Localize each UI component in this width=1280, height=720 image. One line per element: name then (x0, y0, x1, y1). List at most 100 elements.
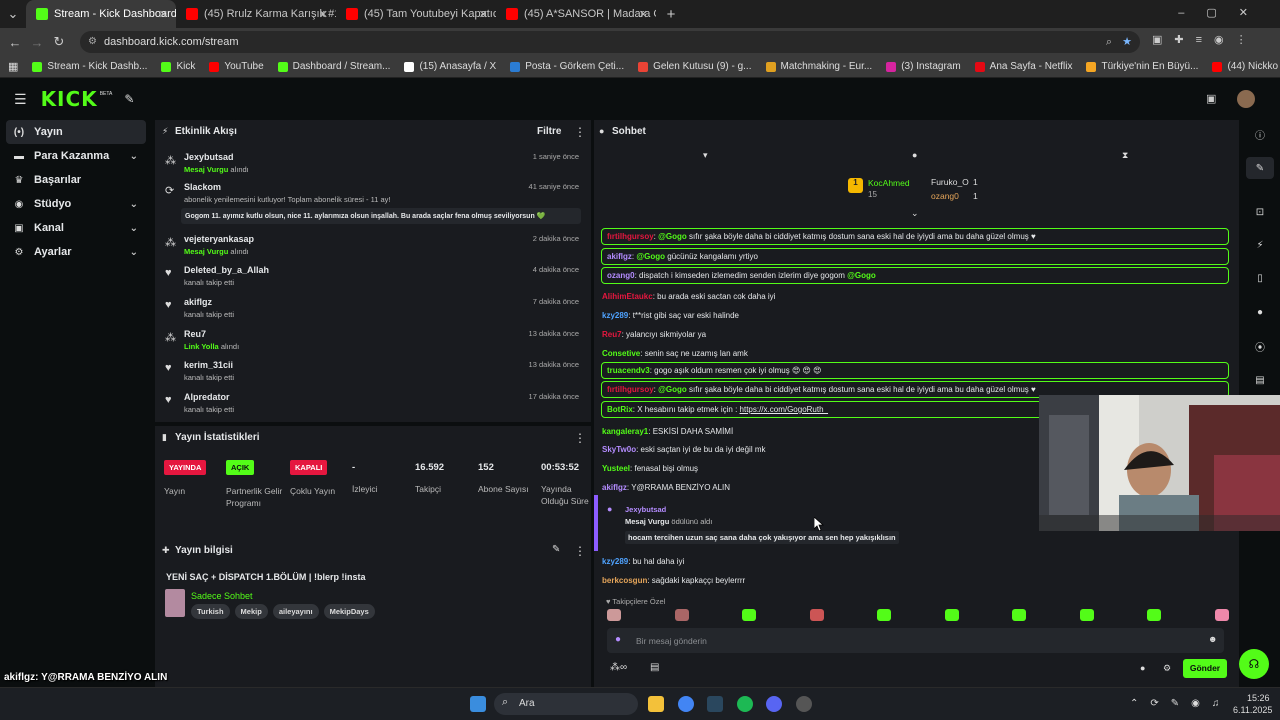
category-link[interactable]: Sadece Sohbet (191, 591, 253, 601)
activity-item[interactable]: ⁂ Jexybutsad Mesaj Vurgu alındı 1 saniye ön… (155, 148, 589, 180)
chat-username[interactable]: SkyTw0o (602, 445, 636, 454)
back-icon[interactable]: ← (4, 35, 26, 50)
chat-mention[interactable]: @Gogo (658, 232, 687, 241)
bookmark-star-icon[interactable]: ★ (1122, 31, 1132, 53)
chat-username[interactable]: Reu7 (602, 330, 622, 339)
chat-mention[interactable]: @Gogo (847, 271, 876, 280)
chat-rail-icon[interactable]: ● (1246, 301, 1274, 323)
tab-youtube-2[interactable]: (45) Tam Youtubeyi Kapatıcakk ✕ (336, 0, 496, 28)
chat-message[interactable]: akiflgz: @Gogo gücünüz kangalamı yrtiyo (601, 248, 1229, 265)
chat-message[interactable]: fırtilhgursoy: @Gogo sıfır şaka böyle da… (601, 228, 1229, 245)
chat-username[interactable]: Consetive (602, 349, 640, 358)
chevron-down-icon[interactable]: ⌄ (130, 223, 138, 234)
filter-button[interactable]: Filtre (537, 126, 561, 137)
close-tab-icon[interactable]: ✕ (479, 8, 488, 21)
chat-mention[interactable]: @Gogo (658, 385, 687, 394)
chat-username[interactable]: kzy289 (602, 557, 628, 566)
emote-icon[interactable] (1079, 609, 1094, 621)
layout-rail-icon[interactable]: ▤ (1246, 369, 1274, 391)
spotify-icon[interactable] (737, 696, 753, 712)
taskbar-search[interactable]: ⌕ Ara (494, 693, 638, 715)
send-button[interactable]: Gönder (1183, 659, 1227, 678)
more-options-icon[interactable]: ⋮ (574, 544, 586, 558)
chat-username[interactable]: truacendv3 (607, 366, 650, 375)
emote-icon[interactable] (809, 609, 824, 621)
edit-icon[interactable]: ✎ (552, 544, 560, 555)
steam-icon[interactable] (707, 696, 723, 712)
tab-kick-dashboard[interactable]: Stream - Kick Dashboard ✕ (26, 0, 176, 28)
activity-user[interactable]: Slackom (184, 182, 221, 192)
activity-user[interactable]: vejeteryankasap (184, 234, 254, 244)
bookmark-item[interactable]: Türkiye'nin En Büyü... (1086, 61, 1198, 72)
extensions-icons[interactable]: ▣✚≡◉⋮ (1152, 33, 1259, 46)
tab-search-icon[interactable]: ⌄ (0, 6, 26, 22)
system-tray-icons[interactable]: ⌃⟳✎◉♫ (1130, 698, 1231, 709)
activity-user[interactable]: Alpredator (184, 392, 230, 402)
avatar[interactable] (1237, 90, 1255, 108)
window-controls[interactable]: –▢✕ (1178, 6, 1270, 19)
activity-item[interactable]: ⟳ Slackom abonelik yenilemesini kutluyor! … (155, 178, 589, 228)
kick-logo[interactable]: KICK (41, 87, 98, 111)
tab-youtube-1[interactable]: (45) Rrulz Karma Karışık #14 - Y ✕ (176, 0, 336, 28)
emote-icon[interactable] (877, 609, 891, 621)
chat-message[interactable]: kzy289: bu hal daha iyi (602, 557, 684, 566)
emote-icon[interactable] (1214, 609, 1229, 621)
broadcast-rail-icon[interactable]: ⦿ (1246, 335, 1274, 357)
chat-message[interactable]: Yusteel: fenasal bişi olmuş (602, 464, 698, 473)
chat-username[interactable]: fırtilhgursoy (607, 385, 654, 394)
activity-item[interactable]: ⁂ vejeteryankasap Mesaj Vurgu alındı 2 daki… (155, 230, 589, 262)
chat-message[interactable]: Consetive: senin saç ne uzamış lan amk (602, 349, 748, 358)
more-options-icon[interactable]: ⋮ (574, 431, 586, 445)
tag-chip[interactable]: aileyayını (272, 604, 319, 619)
edit-rail-icon[interactable]: ✎ (1246, 157, 1274, 179)
activity-item[interactable]: ♥ Alpredator kanalı takip etti 17 dakika ön… (155, 388, 589, 420)
sidebar-item-3[interactable]: ◉ Stüdyo ⌄ (6, 192, 146, 216)
store-icon[interactable]: ▤ (650, 662, 659, 673)
chat-message[interactable]: akiflgz: Y@RRAMA BENZİYO ALIN (602, 483, 730, 492)
sidebar-item-2[interactable]: ♛ Başarılar (6, 168, 146, 192)
info-rail-icon[interactable]: ⓘ (1246, 123, 1274, 145)
slow-mode-icon[interactable]: ⧗ (1122, 150, 1128, 161)
close-tab-icon[interactable]: ✕ (159, 8, 168, 21)
chat-message[interactable]: SkyTw0o: eski saçtan iyi de bu da iyi de… (602, 445, 766, 454)
bookmark-item[interactable]: (44) Nickko Kimiko... (1212, 61, 1280, 72)
chevron-down-icon[interactable]: ⌄ (130, 247, 138, 258)
bookmark-item[interactable]: Ana Sayfa - Netflix (974, 61, 1072, 72)
chat-username[interactable]: AlihimEtaukc (602, 292, 653, 301)
menu-icon[interactable]: ☰ (14, 91, 27, 108)
gifter-3-name[interactable]: ozang0 (931, 191, 959, 201)
top-gifter-name[interactable]: KocAhmed (868, 178, 910, 188)
pin-icon[interactable]: ✎ (124, 92, 134, 106)
emote-icon[interactable] (607, 609, 621, 621)
app-icon[interactable] (796, 696, 812, 712)
chat-message[interactable]: kangaleray1: ESKİSİ DAHA SAMİMİ (602, 427, 733, 436)
chevron-down-icon[interactable]: ⌄ (130, 151, 138, 162)
bookmark-item[interactable]: Dashboard / Stream... (277, 61, 390, 72)
bookmark-item[interactable]: (15) Anasayfa / X (404, 61, 496, 72)
tab-youtube-3[interactable]: (45) A*SANSOR | Madara Olduk ✕ (496, 0, 656, 28)
sidebar-item-1[interactable]: ▬ Para Kazanma ⌄ (6, 144, 146, 168)
emote-icon[interactable] (742, 609, 756, 621)
bookmark-item[interactable]: Stream - Kick Dashb... (32, 61, 147, 72)
chat-settings-icon[interactable]: ⚙ (1163, 663, 1171, 674)
sidebar-item-4[interactable]: ▣ Kanal ⌄ (6, 216, 146, 240)
chat-bubble-small-icon[interactable]: ● (1140, 663, 1145, 673)
emote-icon[interactable] (674, 609, 689, 621)
activity-item[interactable]: ♥ kerim_31cii kanalı takip etti 13 dakika ö… (155, 356, 589, 388)
gifter-2-name[interactable]: Furuko_O (931, 177, 969, 187)
activity-item[interactable]: ♥ Deleted_by_a_Allah kanalı takip etti 4 da… (155, 261, 589, 293)
focus-rail-icon[interactable]: ⊡ (1246, 201, 1274, 223)
activity-user[interactable]: Deleted_by_a_Allah (184, 265, 269, 275)
redeem-user[interactable]: Jexybutsad (625, 505, 666, 514)
file-explorer-icon[interactable] (648, 696, 664, 712)
trash-icon[interactable]: ▾ (703, 150, 708, 161)
chat-input[interactable]: ● Bir mesaj gönderin ☻ (607, 628, 1224, 653)
activity-item[interactable]: ⁂ Reu7 Link Yolla alındı 13 dakika önce (155, 325, 589, 357)
emote-icon[interactable] (1012, 609, 1026, 621)
chat-mode-icon[interactable]: ● (912, 150, 917, 160)
site-info-icon[interactable]: ⚙ (88, 31, 97, 53)
tag-chip[interactable]: MekipDays (323, 604, 375, 619)
chat-username[interactable]: Yusteel (602, 464, 630, 473)
chat-link[interactable]: https://x.com/GogoRuth_ (740, 405, 829, 414)
mic-icon[interactable]: ● (615, 634, 621, 645)
